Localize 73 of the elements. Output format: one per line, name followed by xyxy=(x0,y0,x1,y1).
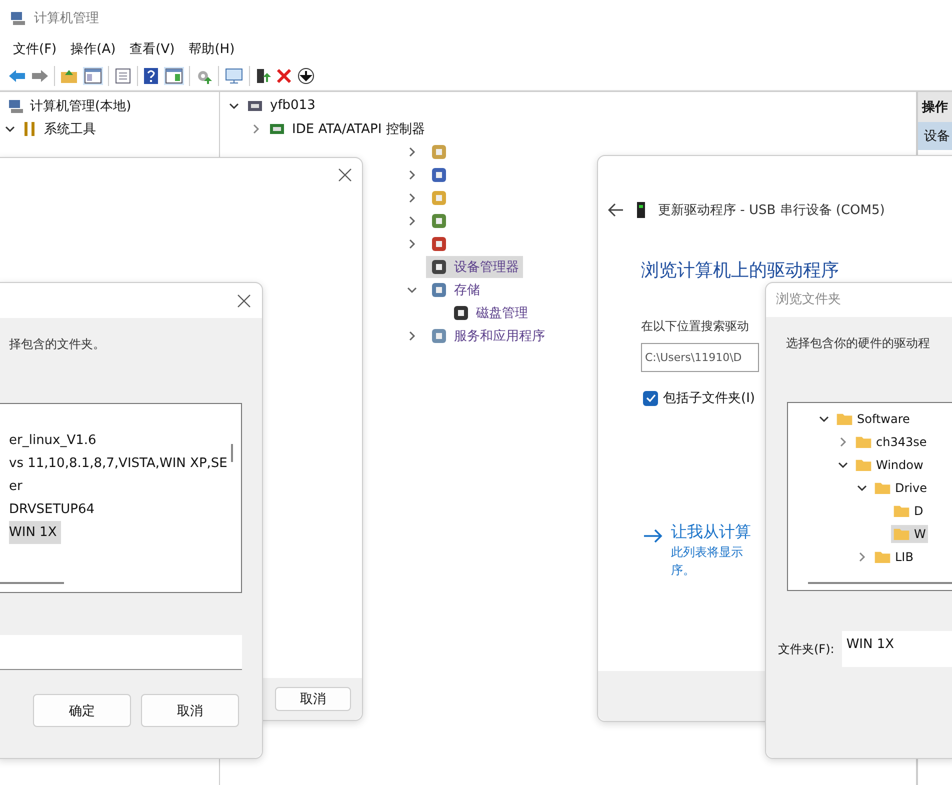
monitor-icon[interactable] xyxy=(224,67,244,85)
dialog-title: 更新驱动程序 - USB 串行设备 (COM5) xyxy=(658,202,885,219)
tree-item[interactable]: 计算机管理(本地) xyxy=(30,96,132,114)
link-description: 序。 xyxy=(671,562,696,579)
storage-icon xyxy=(430,280,448,298)
computer-icon xyxy=(8,98,24,114)
field-label: 在以下位置搜索驱动 xyxy=(641,318,749,335)
menu-item[interactable]: 文件(F) xyxy=(13,40,57,58)
log-icon xyxy=(430,166,448,184)
cancel-button[interactable]: 取消 xyxy=(275,687,351,711)
folder-item[interactable]: Window xyxy=(853,456,926,474)
users-icon xyxy=(430,212,448,230)
close-icon[interactable] xyxy=(237,294,251,308)
window-title: 计算机管理 xyxy=(34,10,99,27)
folder-up-icon[interactable] xyxy=(60,68,78,84)
close-icon[interactable] xyxy=(338,168,352,182)
panel-icon[interactable] xyxy=(83,67,103,85)
tree-item[interactable]: 磁盘管理 xyxy=(448,302,532,324)
folder-item[interactable]: LIB xyxy=(872,548,916,566)
dialog-description: 择包含的文件夹。 xyxy=(8,336,106,353)
tree-item[interactable]: IDE ATA/ATAPI 控制器 xyxy=(292,120,425,138)
tree-item[interactable]: 存储 xyxy=(426,278,484,300)
folder-item[interactable]: ch343se xyxy=(853,432,929,450)
ok-button[interactable]: 确定 xyxy=(33,694,131,727)
field-label: 文件夹(F): xyxy=(778,640,834,658)
folder-item[interactable]: DRVSETUP64 xyxy=(9,498,99,521)
services-icon xyxy=(430,326,448,344)
dialog-title: 浏览文件夹 xyxy=(775,291,842,309)
folder-item[interactable]: Software xyxy=(834,410,912,428)
cancel-button[interactable]: 取消 xyxy=(141,694,239,727)
gauge-icon xyxy=(430,234,448,252)
forward-arrow-icon[interactable] xyxy=(31,68,49,84)
device-icon xyxy=(636,201,646,219)
tree-item[interactable]: 服务和应用程序 xyxy=(426,324,549,346)
back-arrow-icon[interactable] xyxy=(608,203,624,217)
download-icon[interactable] xyxy=(297,67,315,85)
link-description: 此列表将显示 xyxy=(671,544,744,561)
clock-icon xyxy=(430,142,448,160)
close-icon[interactable] xyxy=(276,68,292,84)
device-icon xyxy=(430,258,448,276)
dialog-description: 选择包含你的硬件的驱动程 xyxy=(785,335,931,352)
scrollbar-thumb[interactable] xyxy=(0,582,64,584)
checkbox[interactable] xyxy=(643,390,658,406)
folder-item[interactable]: WIN 1X xyxy=(9,521,61,544)
folder-item[interactable]: W xyxy=(891,524,928,542)
menu-item[interactable]: 操作(A) xyxy=(70,40,116,58)
input-field[interactable] xyxy=(0,635,242,670)
dialog-heading: 浏览计算机上的驱动程序 xyxy=(640,259,840,282)
folder-item[interactable]: er_linux_V1.6 xyxy=(9,429,100,452)
tree-item[interactable]: 设备管理器 xyxy=(426,256,523,278)
menu-item[interactable]: 帮助(H) xyxy=(188,40,235,58)
scrollbar-thumb[interactable] xyxy=(231,444,233,462)
action-item[interactable]: 设备 xyxy=(918,122,952,150)
help-icon[interactable] xyxy=(143,67,159,85)
panel-icon[interactable] xyxy=(164,67,184,85)
folder-field[interactable]: WIN 1X xyxy=(842,631,952,667)
device-update-icon[interactable] xyxy=(255,67,271,85)
pane-header: 操作 xyxy=(918,92,952,122)
link[interactable]: 让我从计算 xyxy=(671,522,751,543)
tree-item[interactable]: 系统工具 xyxy=(44,120,96,138)
folder-item[interactable]: er xyxy=(9,475,26,498)
folder-item[interactable]: vs 11,10,8.1,8,7,VISTA,WIN XP,SE xyxy=(9,452,232,475)
computer-management-icon xyxy=(10,10,26,26)
tree-item[interactable]: yfb013 xyxy=(270,98,316,113)
shared-icon xyxy=(430,188,448,206)
scrollbar-thumb[interactable] xyxy=(808,582,952,584)
right-arrow-icon xyxy=(643,528,663,544)
checkbox-label: 包括子文件夹(I) xyxy=(663,390,755,407)
folder-item[interactable]: D xyxy=(891,502,926,520)
menu-item[interactable]: 查看(V) xyxy=(130,40,175,58)
document-icon[interactable] xyxy=(114,67,132,85)
folder-item[interactable]: Drive xyxy=(872,478,929,496)
path-field[interactable]: C:\Users\11910\D xyxy=(641,343,759,372)
